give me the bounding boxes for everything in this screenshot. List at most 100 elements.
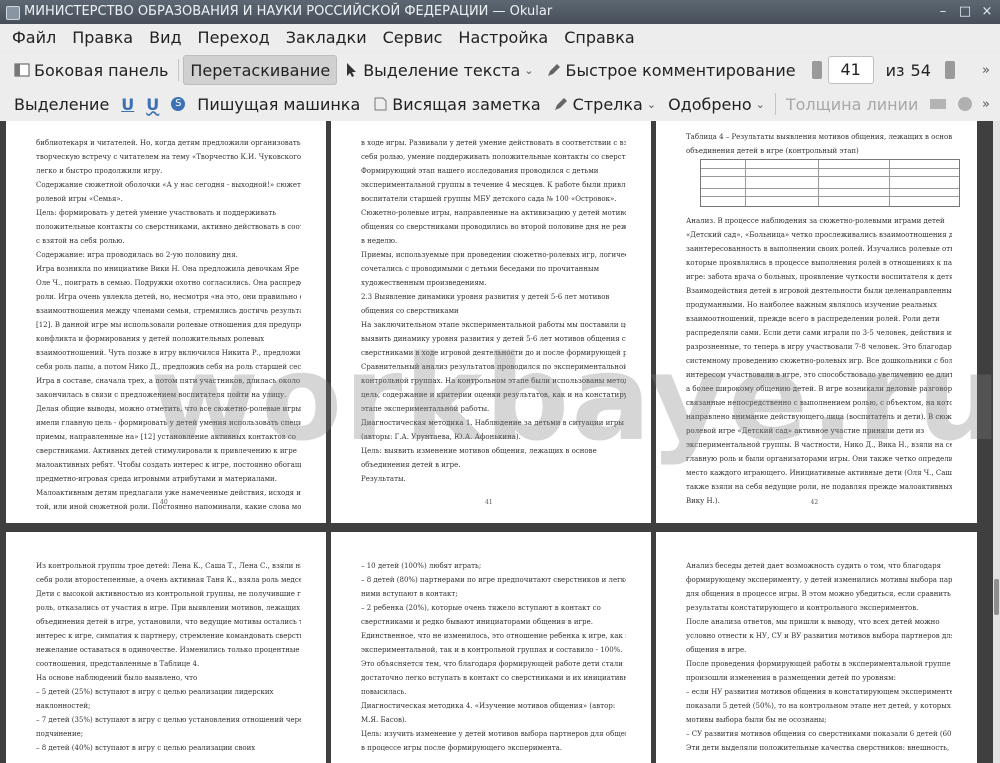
- menu-file[interactable]: Файл: [0, 24, 64, 52]
- cursor-icon: [343, 62, 359, 78]
- page-text-line: ролевой игре «Детский сад» активное учас…: [686, 427, 925, 435]
- page-down-icon[interactable]: [944, 61, 955, 79]
- page-text-line: этапе экспериментальной работы.: [361, 405, 490, 413]
- quick-comment-button[interactable]: Быстрое комментирование: [540, 56, 802, 84]
- page-text-line: главную роль и были организаторами игры.…: [686, 455, 952, 463]
- page-text-line: [12]. В данной игре мы использовали роле…: [36, 321, 301, 329]
- stamp-button[interactable]: Одобрено ⌄: [662, 90, 771, 118]
- page-up-icon[interactable]: [811, 61, 822, 79]
- page-text-line: в ходе игры. Развивали у детей умение де…: [361, 139, 626, 147]
- drag-mode-label: Перетаскивание: [190, 60, 331, 80]
- toolbar-overflow-icon[interactable]: »: [982, 97, 990, 112]
- menu-edit[interactable]: Правка: [64, 24, 141, 52]
- squiggle-underline-icon[interactable]: U: [146, 95, 159, 114]
- arrow-label: Стрелка: [572, 94, 643, 114]
- page-text-line: Оле Ч., поиграть в семью. Подружки охотн…: [36, 279, 301, 287]
- document-page: библиотекаря и читателей. Но, когда детя…: [6, 121, 326, 523]
- menu-go[interactable]: Переход: [190, 24, 278, 52]
- page-text-line: Дети с высокой активностью из контрольно…: [36, 590, 301, 598]
- page-text-line: Результаты.: [361, 475, 406, 483]
- approved-label: Одобрено: [668, 94, 752, 114]
- page-of-label: из: [885, 60, 905, 80]
- page-text-line: После проведения формирующей работы в эк…: [686, 660, 951, 668]
- page-text-line: заинтересованность в выполнении своих ро…: [686, 245, 952, 253]
- arrow-button[interactable]: Стрелка ⌄: [547, 90, 662, 118]
- strikeout-icon[interactable]: S: [171, 97, 186, 111]
- page-text-line: Диагностическая методика 1. Наблюдение з…: [361, 419, 624, 427]
- menu-settings[interactable]: Настройка: [450, 24, 556, 52]
- page-text-line: цель, содержание и критерии оценки резул…: [361, 391, 626, 399]
- okular-app-icon: [6, 6, 20, 20]
- page-text-line: показали 5 детей (50%), то на контрольно…: [686, 702, 952, 710]
- page-text-line: малоактивных ребят. Чтобы создать интере…: [36, 461, 301, 469]
- page-text-line: библиотекаря и читателей. Но, когда детя…: [36, 139, 301, 147]
- page-number-input[interactable]: 41: [827, 56, 874, 84]
- page-text-line: направлено внимание действующего лица (в…: [686, 413, 952, 421]
- typewriter-button[interactable]: Пишущая машинка: [191, 90, 366, 118]
- drag-mode-button[interactable]: Перетаскивание: [183, 55, 338, 85]
- page-text-line: закончилась в связи с предложением воспи…: [36, 391, 287, 399]
- page-text-line: роли. Игра очень увлекла детей, но, несм…: [36, 293, 301, 301]
- page-text-line: связанные непосредственно с выполнением …: [686, 399, 952, 407]
- text-select-button[interactable]: Выделение текста ⌄: [337, 56, 539, 84]
- page-text-line: общения со сверстниками проводились во в…: [361, 223, 626, 231]
- menu-help[interactable]: Справка: [556, 24, 643, 52]
- line-width-button[interactable]: Толщина линии: [780, 90, 925, 118]
- page-text-line: «Детский сад», «Больница» четко прослежи…: [686, 231, 952, 239]
- page-text-line: М.Я. Басов).: [361, 716, 407, 724]
- page-text-line: положительные контакты со сверстниками, …: [36, 223, 301, 231]
- menu-view[interactable]: Вид: [141, 24, 189, 52]
- sidebar-icon: [14, 62, 30, 78]
- chevron-down-icon[interactable]: ⌄: [524, 64, 533, 77]
- underline-icon[interactable]: U: [121, 95, 134, 114]
- page-text-line: конфликта и формирования у детей положит…: [36, 335, 265, 343]
- toolbar-separator: [774, 93, 776, 115]
- page-text-line: Малоактивным детям предлагали уже намече…: [36, 489, 301, 497]
- page-text-line: наклонностей;: [36, 702, 91, 710]
- page-text-line: На основе наблюдений было выявлено, что: [36, 674, 198, 682]
- page-text-line: легко и быстро продолжили игру.: [36, 167, 163, 175]
- page-text-line: результаты констатирующего и контрольног…: [686, 604, 919, 612]
- document-page: Анализ беседы детей дает возможность суд…: [656, 532, 977, 763]
- page-text-line: 2.3 Выявление динамики уровня развития у…: [361, 293, 610, 301]
- close-icon[interactable]: ×: [978, 3, 996, 21]
- menu-tools[interactable]: Сервис: [375, 24, 451, 52]
- page-text-line: мотивы выбора были бы не осознаны;: [686, 716, 827, 724]
- page-text-line: себя роли второстепенные, а очень активн…: [36, 576, 301, 584]
- sticky-note-button[interactable]: Висящая заметка: [366, 90, 546, 118]
- scrollbar-thumb[interactable]: [994, 579, 999, 615]
- page-text-line: взаимоотношения между членами семьи, стр…: [36, 307, 301, 315]
- page-text-line: роль, отказались от участия в игре. При …: [36, 604, 301, 612]
- vertical-scrollbar[interactable]: [993, 121, 1000, 763]
- page-text-line: сверстниками и редко бывают инициаторами…: [361, 618, 594, 626]
- page-text-line: в процессе игры после формирующего экспе…: [361, 744, 563, 752]
- chevron-down-icon[interactable]: ⌄: [756, 98, 765, 111]
- page-text-line: Содержание: игра проводилась во 2-ую пол…: [36, 251, 238, 259]
- page-text-line: ролевой игры «Семья».: [36, 195, 123, 203]
- page-text-line: Вику Н.).: [686, 497, 720, 505]
- menu-bookmarks[interactable]: Закладки: [278, 24, 375, 52]
- document-page: Таблица 4 – Результаты выявления мотивов…: [656, 121, 977, 523]
- minimize-icon[interactable]: –: [934, 3, 952, 21]
- ruler-icon[interactable]: [930, 99, 947, 109]
- page-text-line: Формирующий этап нашего исследования про…: [361, 167, 599, 175]
- color-icon[interactable]: [958, 97, 973, 111]
- page-text-line: а более широкому общению детей. В игре в…: [686, 385, 952, 393]
- page-text-line: место каждого играющего. Инициативные ак…: [686, 469, 952, 477]
- page-text-line: взаимоотношений, прежде всего в распреде…: [686, 315, 940, 323]
- menubar: Файл Правка Вид Переход Закладки Сервис …: [0, 24, 1000, 52]
- sidebar-button[interactable]: Боковая панель: [8, 56, 174, 84]
- quick-comment-label: Быстрое комментирование: [565, 60, 796, 80]
- maximize-icon[interactable]: □: [956, 3, 974, 21]
- window-titlebar: МИНИСТЕРСТВО ОБРАЗОВАНИЯ И НАУКИ РОССИЙС…: [0, 0, 1000, 24]
- chevron-down-icon[interactable]: ⌄: [647, 98, 656, 111]
- highlight-button[interactable]: Выделение: [8, 90, 115, 118]
- page-text-line: выявить динамику уровня развития у детей…: [361, 335, 626, 343]
- page-text-line: соотношения, представленные в Таблице 4.: [36, 660, 200, 668]
- document-viewport[interactable]: библиотекаря и читателей. Но, когда детя…: [0, 121, 993, 763]
- toolbar-overflow-icon[interactable]: »: [982, 63, 990, 78]
- page-text-line: Сюжетно-ролевые игры, направленные на ак…: [361, 209, 626, 217]
- results-table: [700, 159, 960, 207]
- page-number: 41: [485, 499, 493, 506]
- page-text-line: – СУ развития мотивов общения со сверстн…: [686, 730, 952, 738]
